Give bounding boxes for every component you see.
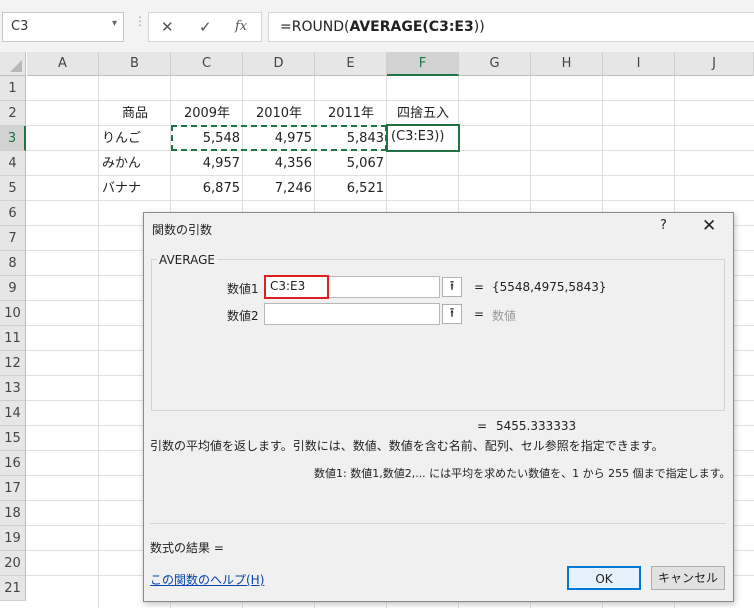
argument-description: 数値1: 数値1,数値2,... には平均を求めたい数値を、1 から 255 個… [314,467,731,480]
row-header-18[interactable]: 18 [0,501,26,526]
row-header-8[interactable]: 8 [0,251,26,276]
column-header-d[interactable]: D [243,52,315,76]
cell-e4[interactable]: 5,067 [315,151,387,176]
row-header-20[interactable]: 20 [0,551,26,576]
column-header-j[interactable]: J [675,52,754,76]
formula-result: 数式の結果 = [150,541,224,555]
help-link[interactable]: この関数のヘルプ(H) [150,571,264,588]
row-header-4[interactable]: 4 [0,151,26,176]
formula-bar: C3 ▾ ⋮ ✕ ✓ fx =ROUND(AVERAGE(C3:E3)) [0,0,754,52]
cancel-icon[interactable]: ✕ [161,18,174,36]
row-header-10[interactable]: 10 [0,301,26,326]
cell-c4[interactable]: 4,957 [171,151,243,176]
cancel-button[interactable]: キャンセル [651,566,725,590]
select-all-button[interactable] [0,52,26,76]
cell-c2[interactable]: 2009年 [171,101,243,126]
row-header-19[interactable]: 19 [0,526,26,551]
collapse-dialog-icon[interactable]: ⭱ [442,304,462,324]
cell-e5[interactable]: 6,521 [315,176,387,201]
formula-text: =ROUND(AVERAGE(C3:E3)) [280,19,485,35]
name-box[interactable]: C3 ▾ [2,12,124,42]
column-header-h[interactable]: H [531,52,603,76]
name-box-value: C3 [11,19,29,34]
row-header-13[interactable]: 13 [0,376,26,401]
chevron-down-icon[interactable]: ▾ [112,18,117,29]
help-icon[interactable]: ? [660,218,667,233]
formula-input[interactable]: =ROUND(AVERAGE(C3:E3)) [268,12,754,42]
equals-sign: = [474,307,485,321]
splitter-icon[interactable]: ⋮ [134,14,146,28]
dialog-title: 関数の引数 [152,223,213,237]
row-header-11[interactable]: 11 [0,326,26,351]
arg1-input[interactable]: C3:E3 [264,275,329,299]
cell-b3[interactable]: りんご [99,126,171,151]
column-header-i[interactable]: I [603,52,675,76]
ok-button[interactable]: OK [567,566,641,590]
function-description: 引数の平均値を返します。引数には、数値、数値を含む名前、配列、セル参照を指定でき… [150,439,664,453]
row-header-16[interactable]: 16 [0,451,26,476]
function-result: 5455.333333 [496,419,577,433]
active-cell-f3[interactable]: (C3:E3)) [386,124,460,152]
row-header-7[interactable]: 7 [0,226,26,251]
arg2-result: 数値 [492,309,517,323]
row-header-21[interactable]: 21 [0,576,26,601]
row-header-12[interactable]: 12 [0,351,26,376]
arg2-input[interactable] [264,303,440,325]
insert-function-icon[interactable]: fx [235,19,247,34]
arg1-result: {5548,4975,5843} [492,280,607,294]
formula-actions: ✕ ✓ fx [148,12,262,42]
cell-f2[interactable]: 四捨五入 [387,101,459,126]
column-header-e[interactable]: E [315,52,387,76]
row-header-9[interactable]: 9 [0,276,26,301]
cell-b2[interactable]: 商品 [99,101,171,126]
active-cell-text: (C3:E3)) [391,129,445,144]
reference-marquee [171,125,387,151]
equals-sign: = [477,419,488,433]
arg1-label: 数値1 [227,282,259,296]
column-header-f[interactable]: F [387,52,459,76]
row-header-6[interactable]: 6 [0,201,26,226]
arg1-value: C3:E3 [270,279,306,293]
arg2-label: 数値2 [227,309,259,323]
cell-c5[interactable]: 6,875 [171,176,243,201]
cell-b4[interactable]: みかん [99,151,171,176]
enter-icon[interactable]: ✓ [199,18,212,36]
cell-d2[interactable]: 2010年 [243,101,315,126]
function-arguments-dialog: 関数の引数 ? ✕ AVERAGE 数値1 C3:E3 ⭱ = {5548,49… [143,212,734,602]
row-header-15[interactable]: 15 [0,426,26,451]
cell-e2[interactable]: 2011年 [315,101,387,126]
row-header-5[interactable]: 5 [0,176,26,201]
close-icon[interactable]: ✕ [702,216,716,236]
row-header-14[interactable]: 14 [0,401,26,426]
row-header-2[interactable]: 2 [0,101,26,126]
cell-d4[interactable]: 4,356 [243,151,315,176]
cell-d5[interactable]: 7,246 [243,176,315,201]
column-header-b[interactable]: B [99,52,171,76]
function-name: AVERAGE [157,253,217,267]
divider [150,523,726,524]
column-header-g[interactable]: G [459,52,531,76]
row-header-3[interactable]: 3 [0,126,26,151]
collapse-dialog-icon[interactable]: ⭱ [442,277,462,297]
equals-sign: = [474,280,485,294]
cell-b5[interactable]: バナナ [99,176,171,201]
row-header-17[interactable]: 17 [0,476,26,501]
column-header-a[interactable]: A [27,52,99,76]
column-header-c[interactable]: C [171,52,243,76]
row-header-1[interactable]: 1 [0,76,26,101]
